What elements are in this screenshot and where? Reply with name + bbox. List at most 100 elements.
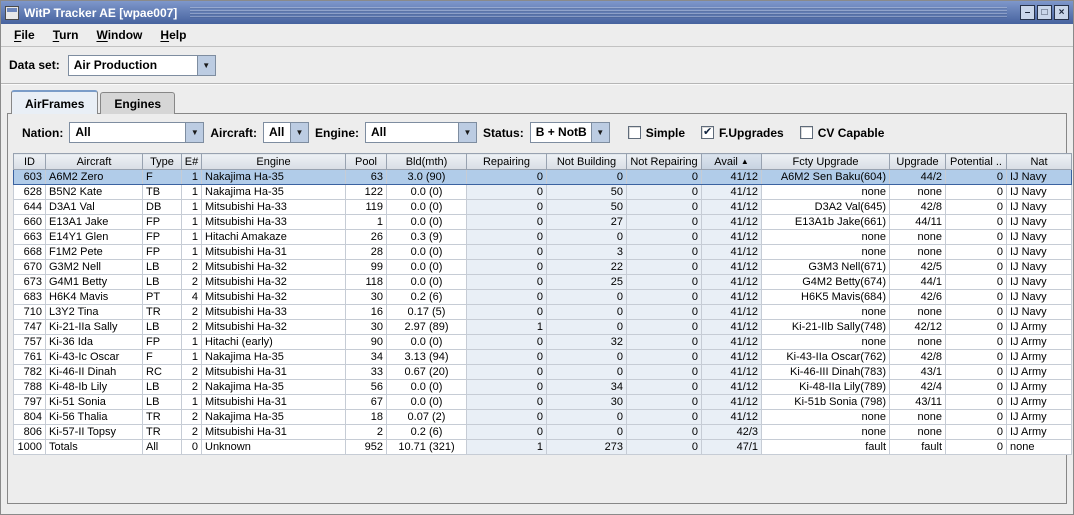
cell-type: RC (142, 364, 182, 380)
dataset-combo[interactable]: Air Production ▼ (67, 54, 216, 76)
menu-window[interactable]: Window (87, 26, 151, 44)
cell-bld-mth: 0.0 (0) (386, 274, 467, 290)
cell-fcty-upgrade: Ki-46-III Dinah(783) (761, 364, 890, 380)
cell-fcty-upgrade: G4M2 Betty(674) (761, 274, 890, 290)
menu-file[interactable]: File (5, 26, 44, 44)
chevron-down-icon[interactable]: ▼ (196, 55, 215, 75)
column-header-not-repairing[interactable]: Not Repairing (626, 153, 702, 170)
table-row[interactable]: 757 Ki-36 Ida FP 1 Hitachi (early) 90 0.0 (0) 0… (13, 334, 1072, 350)
column-header-upgrade[interactable]: Upgrade (889, 153, 946, 170)
cell-potential: 0 (945, 229, 1007, 245)
cell-e: 2 (181, 364, 202, 380)
column-header-fcty-upgrade[interactable]: Fcty Upgrade (761, 153, 890, 170)
cell-not-building: 0 (546, 289, 627, 305)
cell-type: FP (142, 214, 182, 230)
column-header-aircraft[interactable]: Aircraft (45, 153, 143, 170)
chevron-down-icon[interactable]: ▼ (458, 123, 477, 142)
maximize-button[interactable]: □ (1037, 5, 1052, 20)
chevron-down-icon[interactable]: ▼ (185, 123, 204, 142)
tab-engines[interactable]: Engines (100, 92, 176, 114)
cell-fcty-upgrade: Ki-43-IIa Oscar(762) (761, 349, 890, 365)
column-header-bld-mth[interactable]: Bld(mth) (386, 153, 467, 170)
table-row[interactable]: 673 G4M1 Betty LB 2 Mitsubishi Ha-32 118 0.0 (… (13, 274, 1072, 290)
table-row[interactable]: 660 E13A1 Jake FP 1 Mitsubishi Ha-33 1 0.0 (0)… (13, 214, 1072, 230)
cell-pool: 26 (345, 229, 387, 245)
chevron-down-icon[interactable]: ▼ (590, 123, 609, 142)
cell-nat: IJ Navy (1006, 199, 1072, 215)
tab-airframes[interactable]: AirFrames (11, 90, 99, 114)
table-row[interactable]: 804 Ki-56 Thalia TR 2 Nakajima Ha-35 18 0.07 (… (13, 409, 1072, 425)
cell-engine: Mitsubishi Ha-32 (201, 259, 346, 275)
column-header-not-building[interactable]: Not Building (546, 153, 627, 170)
table-row[interactable]: 806 Ki-57-II Topsy TR 2 Mitsubishi Ha-31 2 0.2… (13, 424, 1072, 440)
cell-nat: IJ Navy (1006, 214, 1072, 230)
cell-aircraft: A6M2 Zero (45, 169, 143, 185)
close-button[interactable]: × (1054, 5, 1069, 20)
aircraft-filter-combo[interactable]: All ▼ (263, 122, 310, 143)
cell-pool: 30 (345, 319, 387, 335)
table-row[interactable]: 1000 Totals All 0 Unknown 952 10.71 (321) 1 273 0… (13, 439, 1072, 455)
cell-potential: 0 (945, 169, 1007, 185)
app-window: WitP Tracker AE [wpae007] – □ × File Turn… (0, 0, 1074, 515)
column-header-label: Engine (256, 155, 291, 168)
table-row[interactable]: 603 A6M2 Zero F 1 Nakajima Ha-35 63 3.0 (90) 0 0… (13, 169, 1072, 185)
cell-not-repairing: 0 (626, 184, 702, 200)
table-row[interactable]: 683 H6K4 Mavis PT 4 Mitsubishi Ha-32 30 0.2 (6… (13, 289, 1072, 305)
column-header-id[interactable]: ID (13, 153, 46, 170)
cell-fcty-upgrade: none (761, 304, 890, 320)
menu-turn[interactable]: Turn (44, 26, 88, 44)
table-row[interactable]: 710 L3Y2 Tina TR 2 Mitsubishi Ha-33 16 0.17 (5… (13, 304, 1072, 320)
cell-bld-mth: 0.0 (0) (386, 259, 467, 275)
column-header-repairing[interactable]: Repairing (466, 153, 547, 170)
column-header-nat[interactable]: Nat (1006, 153, 1072, 170)
table-row[interactable]: 644 D3A1 Val DB 1 Mitsubishi Ha-33 119 0.0 (0)… (13, 199, 1072, 215)
cell-type: LB (142, 394, 182, 410)
checkbox-cv-capable[interactable]: CV Capable (799, 126, 884, 140)
cell-bld-mth: 2.97 (89) (386, 319, 467, 335)
table-row[interactable]: 663 E14Y1 Glen FP 1 Hitachi Amakaze 26 0.3 (9)… (13, 229, 1072, 245)
checkbox-simple[interactable]: Simple (627, 126, 685, 140)
table-row[interactable]: 747 Ki-21-IIa Sally LB 2 Mitsubishi Ha-32 30 2… (13, 319, 1072, 335)
table-row[interactable]: 788 Ki-48-Ib Lily LB 2 Nakajima Ha-35 56 0.0 (… (13, 379, 1072, 395)
cell-engine: Hitachi Amakaze (201, 229, 346, 245)
nation-filter-combo[interactable]: All ▼ (69, 122, 205, 143)
status-filter-combo[interactable]: B + NotB ▼ (529, 122, 610, 143)
cell-e: 2 (181, 409, 202, 425)
column-header-engine[interactable]: Engine (201, 153, 346, 170)
cell-bld-mth: 0.2 (6) (386, 424, 467, 440)
cell-e: 1 (181, 229, 202, 245)
table-row[interactable]: 761 Ki-43-Ic Oscar F 1 Nakajima Ha-35 34 3.13 … (13, 349, 1072, 365)
cell-not-building: 50 (546, 199, 627, 215)
minimize-button[interactable]: – (1020, 5, 1035, 20)
cell-id: 603 (13, 169, 46, 185)
column-header-potential[interactable]: Potential .. (945, 153, 1007, 170)
checkbox-f-upgrades[interactable]: ✔ F.Upgrades (701, 126, 784, 140)
table-row[interactable]: 670 G3M2 Nell LB 2 Mitsubishi Ha-32 99 0.0 (0)… (13, 259, 1072, 275)
cell-avail: 41/12 (701, 409, 762, 425)
cell-engine: Nakajima Ha-35 (201, 184, 346, 200)
cell-nat: IJ Army (1006, 379, 1072, 395)
column-header-e[interactable]: E# (181, 153, 202, 170)
table-row[interactable]: 628 B5N2 Kate TB 1 Nakajima Ha-35 122 0.0 (0) 0… (13, 184, 1072, 200)
menu-help[interactable]: Help (151, 26, 195, 44)
cell-e: 1 (181, 349, 202, 365)
cell-not-repairing: 0 (626, 274, 702, 290)
cell-avail: 41/12 (701, 394, 762, 410)
engine-filter-combo[interactable]: All ▼ (365, 122, 478, 143)
cell-upgrade: 42/8 (889, 199, 946, 215)
cell-upgrade: none (889, 229, 946, 245)
cell-e: 0 (181, 439, 202, 455)
column-header-pool[interactable]: Pool (345, 153, 387, 170)
column-header-avail[interactable]: Avail ▲ (701, 153, 762, 170)
table-row[interactable]: 668 F1M2 Pete FP 1 Mitsubishi Ha-31 28 0.0 (0)… (13, 244, 1072, 260)
column-header-type[interactable]: Type (142, 153, 182, 170)
cell-upgrade: 42/6 (889, 289, 946, 305)
table-row[interactable]: 782 Ki-46-II Dinah RC 2 Mitsubishi Ha-31 33 0.… (13, 364, 1072, 380)
chevron-down-icon[interactable]: ▼ (290, 123, 309, 142)
cell-not-repairing: 0 (626, 424, 702, 440)
cell-potential: 0 (945, 424, 1007, 440)
cell-engine: Nakajima Ha-35 (201, 169, 346, 185)
cell-nat: IJ Army (1006, 349, 1072, 365)
cell-fcty-upgrade: fault (761, 439, 890, 455)
table-row[interactable]: 797 Ki-51 Sonia LB 1 Mitsubishi Ha-31 67 0.0 (… (13, 394, 1072, 410)
